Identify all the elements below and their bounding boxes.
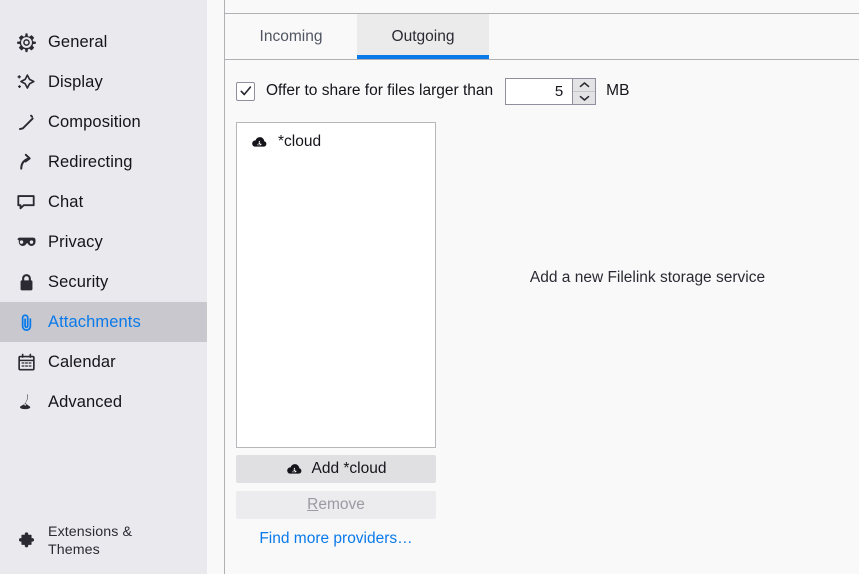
- sidebar-item-label: Display: [48, 73, 103, 92]
- sidebar-item-composition[interactable]: Composition: [0, 102, 207, 142]
- sidebar-item-label: General: [48, 33, 107, 52]
- sidebar-item-attachments[interactable]: Attachments: [0, 302, 207, 342]
- calendar-icon: [14, 350, 38, 374]
- providers-detail-pane: Add a new Filelink storage service: [436, 122, 859, 548]
- gear-icon: [14, 30, 38, 54]
- lock-icon: [14, 270, 38, 294]
- sidebar-item-label: Extensions & Themes: [48, 523, 158, 559]
- chat-bubble-icon: [14, 190, 38, 214]
- paperclip-icon: [14, 310, 38, 334]
- arrow-fork-icon: [14, 150, 38, 174]
- chevron-down-icon[interactable]: [573, 92, 595, 104]
- sidebar-item-privacy[interactable]: Privacy: [0, 222, 207, 262]
- providers-left-column: *cloud Add *cloud: [236, 122, 436, 548]
- sidebar-item-label: Attachments: [48, 313, 141, 332]
- cloud-icon: [286, 463, 303, 476]
- sidebar-item-calendar[interactable]: Calendar: [0, 342, 207, 382]
- offer-share-checkbox[interactable]: [236, 82, 255, 101]
- detail-placeholder-text: Add a new Filelink storage service: [530, 269, 765, 287]
- sidebar-item-label: Composition: [48, 113, 141, 132]
- offer-share-label: Offer to share for files larger than: [266, 82, 493, 100]
- attachments-pane: Incoming Outgoing Offer to share for fil…: [225, 0, 859, 574]
- sidebar-item-advanced[interactable]: Advanced: [0, 382, 207, 422]
- tab-label: Incoming: [260, 28, 323, 46]
- list-item[interactable]: *cloud: [237, 129, 435, 155]
- find-more-providers-link[interactable]: Find more providers…: [236, 530, 436, 548]
- sparkle-icon: [14, 70, 38, 94]
- tab-label: Outgoing: [392, 28, 455, 46]
- cloud-icon: [251, 136, 268, 149]
- add-provider-button[interactable]: Add *cloud: [236, 455, 436, 483]
- sidebar-item-extensions-themes[interactable]: Extensions & Themes: [0, 518, 207, 564]
- content-left-gutter: [207, 0, 225, 574]
- sidebar-item-label: Chat: [48, 193, 83, 212]
- puzzle-piece-icon: [14, 529, 38, 553]
- offer-share-row: Offer to share for files larger than: [236, 78, 859, 104]
- list-item-label: *cloud: [278, 133, 321, 151]
- sidebar-item-security[interactable]: Security: [0, 262, 207, 302]
- mask-icon: [14, 230, 38, 254]
- content-area: Incoming Outgoing Offer to share for fil…: [207, 0, 859, 574]
- settings-sidebar: General Display Composition: [0, 0, 207, 574]
- chevron-up-icon[interactable]: [573, 79, 595, 92]
- attachment-tabs: Incoming Outgoing: [225, 13, 859, 60]
- sidebar-item-label: Redirecting: [48, 153, 133, 172]
- providers-body: *cloud Add *cloud: [225, 122, 859, 548]
- sidebar-item-label: Calendar: [48, 353, 116, 372]
- sidebar-item-label: Security: [48, 273, 108, 292]
- sidebar-item-chat[interactable]: Chat: [0, 182, 207, 222]
- sidebar-item-label: Privacy: [48, 233, 103, 252]
- sidebar-spacer: [0, 422, 207, 518]
- file-size-stepper[interactable]: [505, 78, 596, 105]
- providers-listbox[interactable]: *cloud: [236, 122, 436, 448]
- add-provider-label: Add *cloud: [312, 460, 387, 478]
- wizard-hat-icon: [14, 390, 38, 414]
- pencil-icon: [14, 110, 38, 134]
- sidebar-item-display[interactable]: Display: [0, 62, 207, 102]
- sidebar-item-redirecting[interactable]: Redirecting: [0, 142, 207, 182]
- remove-provider-button[interactable]: Remove: [236, 491, 436, 519]
- remove-accesskey: R: [307, 496, 318, 514]
- remove-label-rest: emove: [318, 496, 365, 514]
- tab-outgoing[interactable]: Outgoing: [357, 14, 489, 59]
- file-size-input[interactable]: [506, 79, 572, 104]
- tab-incoming[interactable]: Incoming: [225, 14, 357, 59]
- stepper-buttons: [572, 79, 595, 104]
- file-size-unit: MB: [606, 82, 629, 100]
- sidebar-item-label: Advanced: [48, 393, 122, 412]
- sidebar-item-general[interactable]: General: [0, 22, 207, 62]
- preferences-window: General Display Composition: [0, 0, 859, 574]
